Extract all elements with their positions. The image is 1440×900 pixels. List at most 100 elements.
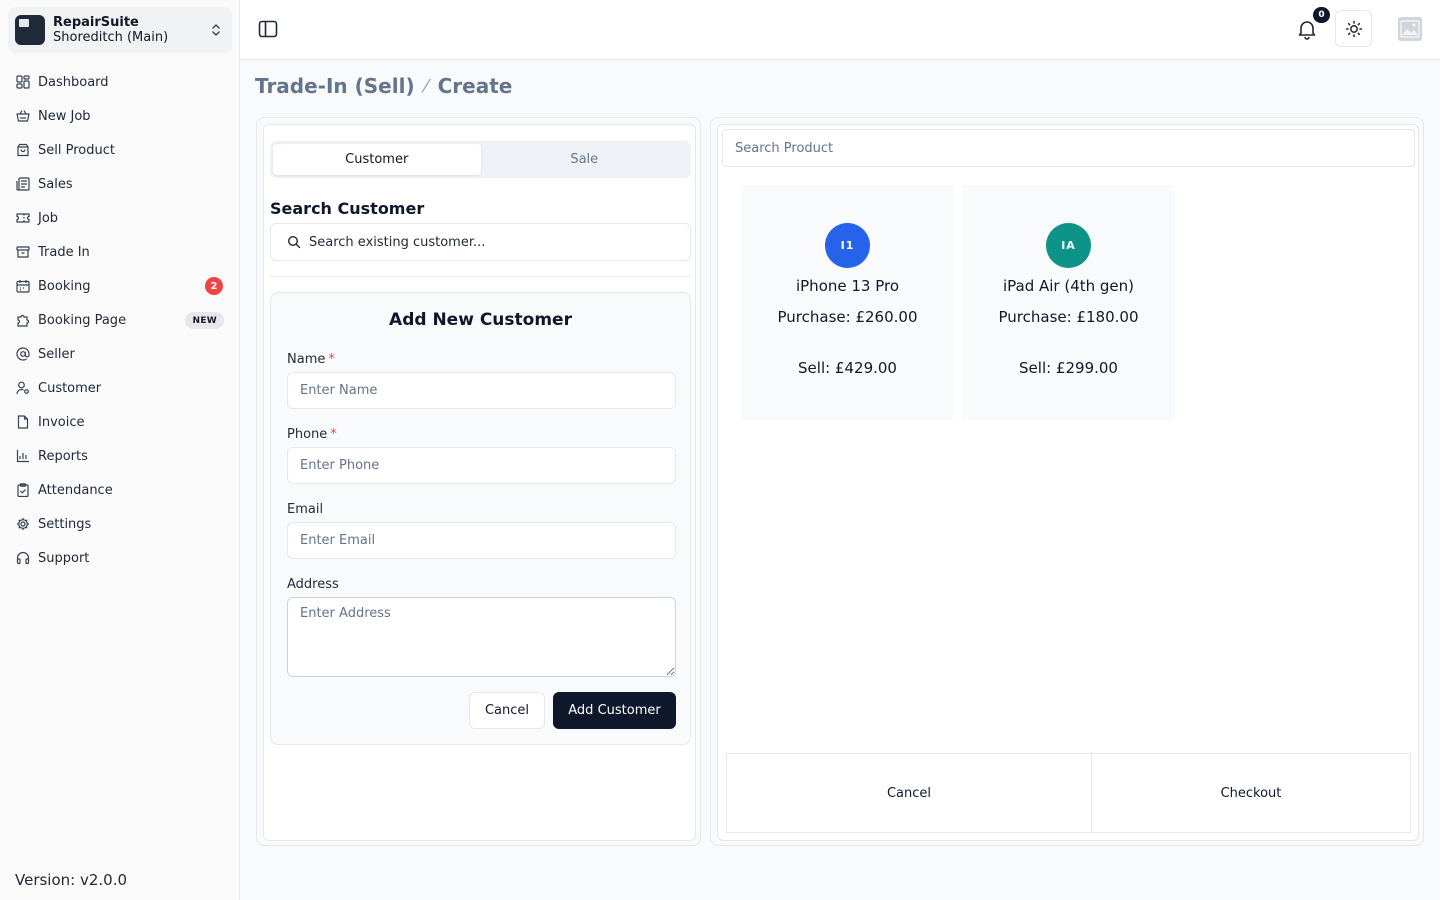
user-cog-icon [16,381,30,395]
calendar-icon [16,279,30,293]
sidebar-item-new-job[interactable]: New Job [8,99,232,133]
search-product-input[interactable] [722,129,1415,167]
sidebar-item-label: Support [38,550,90,566]
theme-toggle-button[interactable] [1335,10,1372,47]
sidebar-item-label: Attendance [38,482,113,498]
sidebar-item-label: Settings [38,516,92,532]
product-sell-price: Sell: £299.00 [1019,359,1118,377]
product-name: iPhone 13 Pro [795,277,900,295]
sidebar-item-seller[interactable]: Seller [8,337,232,371]
address-field[interactable] [287,597,676,677]
sidebar-item-reports[interactable]: Reports [8,439,232,473]
sidebar-item-sell-product[interactable]: Sell Product [8,133,232,167]
sidebar-item-label: Sell Product [38,142,115,158]
sidebar-item-support[interactable]: Support [8,541,232,575]
cancel-button[interactable]: Cancel [469,692,545,729]
checkout-actions: Cancel Checkout [726,753,1411,833]
tab-sale[interactable]: Sale [481,144,689,175]
tab-customer[interactable]: Customer [273,144,481,175]
sidebar-item-label: Dashboard [38,74,109,90]
sidebar-toggle-icon[interactable] [258,20,278,38]
name-label-text: Name [287,352,326,367]
divider [270,276,691,277]
clipboard-check-icon [16,483,30,497]
sidebar-item-attendance[interactable]: Attendance [8,473,232,507]
product-card[interactable]: I1 iPhone 13 Pro Purchase: £260.00 Sell:… [741,185,954,420]
email-field[interactable] [287,522,676,559]
breadcrumb-separator-icon: ⁄ [424,75,428,97]
product-card[interactable]: IA iPad Air (4th gen) Purchase: £180.00 … [962,185,1175,420]
sidebar-item-label: Booking Page [38,312,127,328]
breadcrumb-parent[interactable]: Trade-In (Sell) [255,74,415,98]
sidebar-item-invoice[interactable]: Invoice [8,405,232,439]
booking-count-badge: 2 [205,277,223,295]
sidebar-item-booking-page[interactable]: Booking Page NEW [8,303,232,337]
notification-count-badge: 0 [1313,7,1330,23]
sidebar-item-label: Customer [38,380,102,396]
headphones-icon [16,551,30,565]
receipt-icon [16,177,30,191]
sidebar-item-booking[interactable]: Booking 2 [8,269,232,303]
breadcrumb: Trade-In (Sell) ⁄ Create [255,74,512,98]
customer-panel-inner: Customer Sale Search Customer Search exi… [263,124,696,841]
product-name: iPad Air (4th gen) [1002,277,1135,295]
search-icon [287,235,301,249]
sidebar-item-settings[interactable]: Settings [8,507,232,541]
bell-icon[interactable] [1296,18,1318,40]
sidebar-item-label: New Job [38,108,91,124]
store-branch: Shoreditch (Main) [53,30,169,45]
product-purchase-price: Purchase: £260.00 [777,308,918,326]
chevron-up-down-icon [212,24,220,36]
required-mark: * [328,352,335,367]
product-panel-inner: I1 iPhone 13 Pro Purchase: £260.00 Sell:… [717,124,1419,841]
add-customer-title: Add New Customer [389,310,572,330]
shopping-bag-icon [16,143,30,157]
gear-icon [16,517,30,531]
email-label: Email [287,502,324,517]
cancel-sale-button[interactable]: Cancel [727,754,1092,832]
address-label: Address [287,577,339,592]
file-icon [16,415,30,429]
app-version: Version: v2.0.0 [15,871,128,889]
breadcrumb-current: Create [437,74,513,98]
phone-field[interactable] [287,447,676,484]
phone-label-text: Phone [287,427,328,442]
puzzle-icon [16,313,30,327]
at-sign-icon [16,347,30,361]
sidebar-item-label: Invoice [38,414,85,430]
top-header: 0 [240,0,1440,60]
phone-label: Phone * [287,427,337,442]
image-placeholder-icon [1398,17,1422,41]
sidebar-item-job[interactable]: Job [8,201,232,235]
sidebar-item-customer[interactable]: Customer [8,371,232,405]
panel-tabs: Customer Sale [270,141,691,178]
sidebar: RepairSuite Shoreditch (Main) Dashboard … [0,0,240,900]
search-customer-placeholder: Search existing customer... [309,234,486,250]
ticket-icon [16,211,30,225]
chart-icon [16,449,30,463]
checkout-button[interactable]: Checkout [1092,754,1410,832]
customer-panel: Customer Sale Search Customer Search exi… [256,117,701,846]
sidebar-item-label: Seller [38,346,75,362]
sidebar-item-label: Booking [38,278,91,294]
sidebar-nav: Dashboard New Job Sell Product Sales Job… [8,65,232,575]
sidebar-item-sales[interactable]: Sales [8,167,232,201]
product-panel: I1 iPhone 13 Pro Purchase: £260.00 Sell:… [710,117,1424,846]
sidebar-item-label: Job [38,210,59,226]
user-avatar[interactable] [1398,17,1422,41]
sidebar-item-label: Trade In [38,244,90,260]
sidebar-item-dashboard[interactable]: Dashboard [8,65,232,99]
name-label: Name * [287,352,335,367]
sidebar-item-label: Reports [38,448,88,464]
product-sell-price: Sell: £429.00 [798,359,897,377]
new-badge: NEW [185,312,224,329]
dashboard-icon [16,75,30,89]
add-customer-button[interactable]: Add Customer [553,692,676,729]
product-purchase-price: Purchase: £180.00 [998,308,1139,326]
required-mark: * [330,427,337,442]
sidebar-item-trade-in[interactable]: Trade In [8,235,232,269]
search-customer-input[interactable]: Search existing customer... [270,223,691,261]
name-field[interactable] [287,372,676,409]
store-switcher[interactable]: RepairSuite Shoreditch (Main) [8,7,232,53]
store-name: RepairSuite [53,15,139,30]
